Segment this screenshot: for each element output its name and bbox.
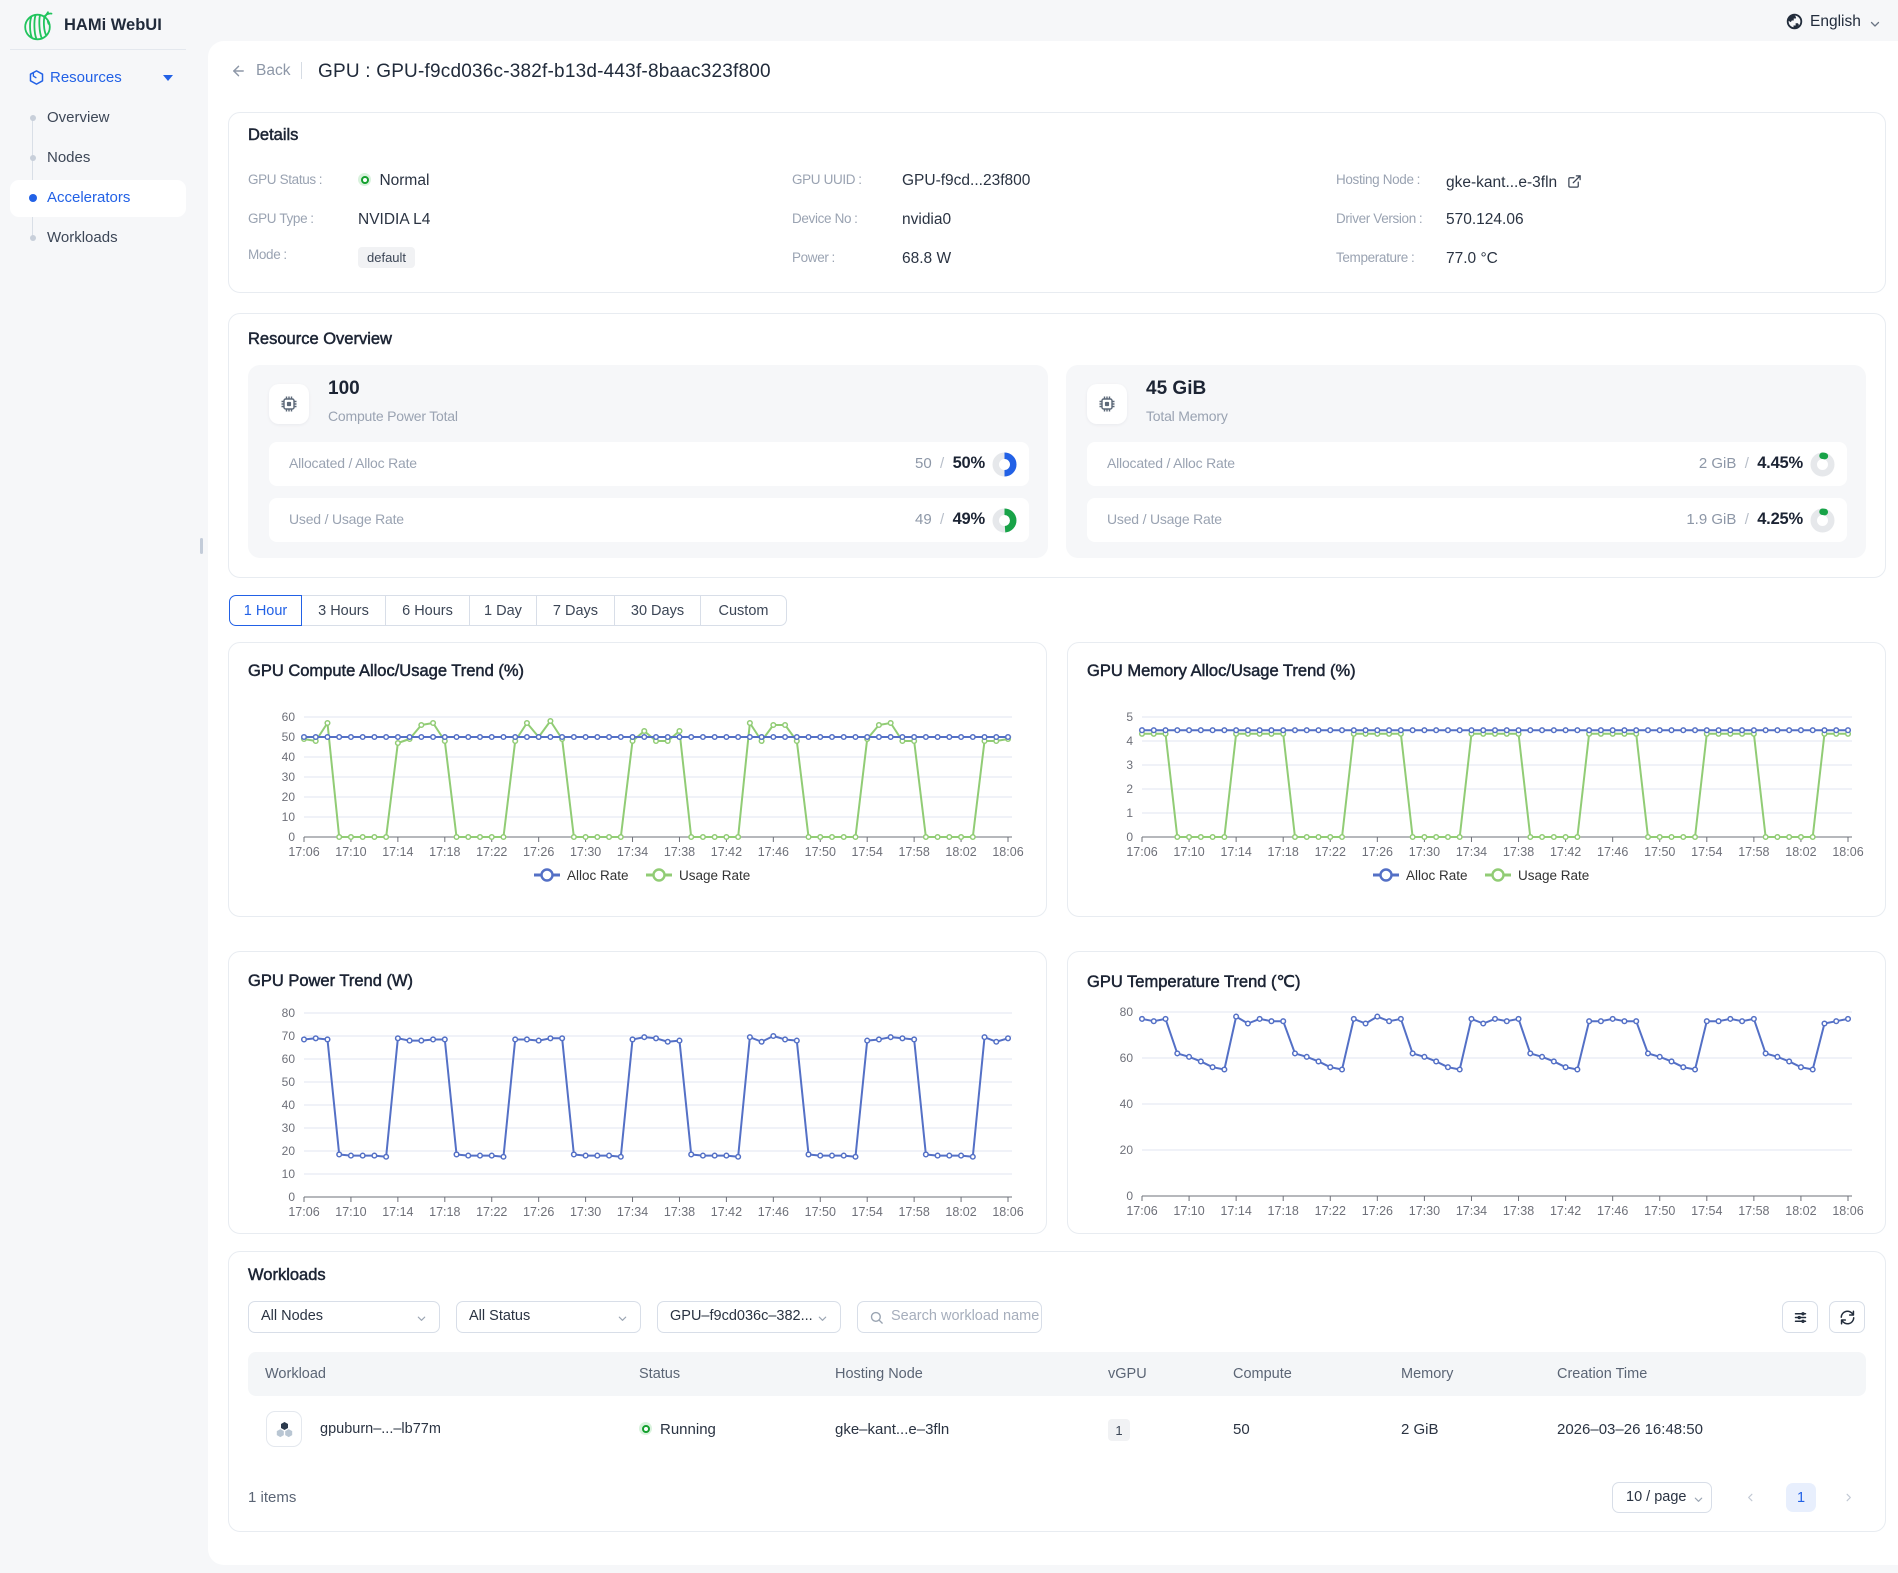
svg-text:17:46: 17:46 <box>758 845 789 859</box>
svg-text:17:10: 17:10 <box>335 845 366 859</box>
svg-text:20: 20 <box>1120 1143 1134 1157</box>
svg-text:17:42: 17:42 <box>711 845 742 859</box>
svg-text:17:10: 17:10 <box>1173 1204 1204 1218</box>
svg-text:17:30: 17:30 <box>570 1205 601 1219</box>
svg-text:Usage Rate: Usage Rate <box>679 868 750 883</box>
svg-text:0: 0 <box>1126 830 1133 844</box>
svg-text:2: 2 <box>1126 782 1133 796</box>
svg-text:18:06: 18:06 <box>992 845 1023 859</box>
svg-text:17:14: 17:14 <box>382 1205 413 1219</box>
svg-text:40: 40 <box>282 1098 296 1112</box>
svg-text:17:38: 17:38 <box>1503 845 1534 859</box>
svg-text:17:26: 17:26 <box>1362 845 1393 859</box>
svg-text:17:26: 17:26 <box>1362 1204 1393 1218</box>
svg-text:80: 80 <box>282 1006 296 1020</box>
svg-text:17:34: 17:34 <box>1456 845 1487 859</box>
svg-text:18:06: 18:06 <box>992 1205 1023 1219</box>
svg-text:17:18: 17:18 <box>1268 845 1299 859</box>
svg-text:17:50: 17:50 <box>1644 1204 1675 1218</box>
svg-text:1: 1 <box>1126 806 1133 820</box>
svg-text:17:22: 17:22 <box>1315 1204 1346 1218</box>
svg-text:80: 80 <box>1120 1005 1134 1019</box>
svg-text:18:02: 18:02 <box>1785 845 1816 859</box>
svg-text:60: 60 <box>282 710 296 724</box>
svg-text:17:46: 17:46 <box>1597 845 1628 859</box>
svg-text:3: 3 <box>1126 758 1133 772</box>
svg-text:17:30: 17:30 <box>570 845 601 859</box>
svg-text:50: 50 <box>282 1075 296 1089</box>
svg-text:17:58: 17:58 <box>1738 845 1769 859</box>
svg-text:17:30: 17:30 <box>1409 845 1440 859</box>
svg-text:17:18: 17:18 <box>1268 1204 1299 1218</box>
svg-text:17:26: 17:26 <box>523 1205 554 1219</box>
svg-text:17:46: 17:46 <box>1597 1204 1628 1218</box>
svg-text:70: 70 <box>282 1029 296 1043</box>
svg-text:10: 10 <box>282 1167 296 1181</box>
svg-text:18:06: 18:06 <box>1832 1204 1863 1218</box>
svg-text:17:34: 17:34 <box>617 845 648 859</box>
svg-text:5: 5 <box>1126 710 1133 724</box>
svg-text:60: 60 <box>1120 1051 1134 1065</box>
svg-text:17:46: 17:46 <box>758 1205 789 1219</box>
svg-text:17:54: 17:54 <box>852 1205 883 1219</box>
svg-text:30: 30 <box>282 1121 296 1135</box>
svg-text:17:14: 17:14 <box>1220 1204 1251 1218</box>
svg-text:17:14: 17:14 <box>1220 845 1251 859</box>
svg-text:Usage Rate: Usage Rate <box>1518 868 1589 883</box>
svg-text:20: 20 <box>282 790 296 804</box>
svg-text:18:02: 18:02 <box>1785 1204 1816 1218</box>
svg-text:17:54: 17:54 <box>852 845 883 859</box>
svg-text:18:02: 18:02 <box>945 1205 976 1219</box>
svg-text:60: 60 <box>282 1052 296 1066</box>
svg-text:17:34: 17:34 <box>617 1205 648 1219</box>
svg-text:17:06: 17:06 <box>288 845 319 859</box>
svg-text:17:54: 17:54 <box>1691 1204 1722 1218</box>
svg-text:17:38: 17:38 <box>664 845 695 859</box>
svg-text:17:10: 17:10 <box>1173 845 1204 859</box>
svg-text:17:10: 17:10 <box>335 1205 366 1219</box>
svg-text:30: 30 <box>282 770 296 784</box>
svg-text:17:06: 17:06 <box>1126 845 1157 859</box>
svg-text:Alloc Rate: Alloc Rate <box>1406 868 1468 883</box>
svg-text:10: 10 <box>282 810 296 824</box>
svg-text:20: 20 <box>282 1144 296 1158</box>
svg-text:17:38: 17:38 <box>1503 1204 1534 1218</box>
svg-text:17:50: 17:50 <box>805 1205 836 1219</box>
svg-text:18:02: 18:02 <box>945 845 976 859</box>
svg-text:17:42: 17:42 <box>711 1205 742 1219</box>
svg-text:17:22: 17:22 <box>1315 845 1346 859</box>
svg-text:17:58: 17:58 <box>1738 1204 1769 1218</box>
svg-text:17:50: 17:50 <box>805 845 836 859</box>
svg-text:17:42: 17:42 <box>1550 845 1581 859</box>
svg-text:0: 0 <box>288 830 295 844</box>
svg-text:18:06: 18:06 <box>1832 845 1863 859</box>
svg-text:17:06: 17:06 <box>288 1205 319 1219</box>
svg-text:17:22: 17:22 <box>476 845 507 859</box>
svg-text:40: 40 <box>1120 1097 1134 1111</box>
svg-text:17:42: 17:42 <box>1550 1204 1581 1218</box>
svg-text:17:38: 17:38 <box>664 1205 695 1219</box>
svg-text:50: 50 <box>282 730 296 744</box>
svg-text:0: 0 <box>288 1190 295 1204</box>
svg-text:4: 4 <box>1126 734 1133 748</box>
svg-text:17:30: 17:30 <box>1409 1204 1440 1218</box>
svg-text:17:34: 17:34 <box>1456 1204 1487 1218</box>
svg-text:17:18: 17:18 <box>429 1205 460 1219</box>
svg-text:0: 0 <box>1126 1189 1133 1203</box>
svg-text:17:54: 17:54 <box>1691 845 1722 859</box>
svg-text:17:22: 17:22 <box>476 1205 507 1219</box>
svg-text:17:58: 17:58 <box>898 1205 929 1219</box>
svg-text:17:14: 17:14 <box>382 845 413 859</box>
svg-text:17:50: 17:50 <box>1644 845 1675 859</box>
svg-text:40: 40 <box>282 750 296 764</box>
svg-text:17:26: 17:26 <box>523 845 554 859</box>
svg-text:17:18: 17:18 <box>429 845 460 859</box>
svg-text:Alloc Rate: Alloc Rate <box>567 868 629 883</box>
svg-text:17:06: 17:06 <box>1126 1204 1157 1218</box>
svg-text:17:58: 17:58 <box>898 845 929 859</box>
